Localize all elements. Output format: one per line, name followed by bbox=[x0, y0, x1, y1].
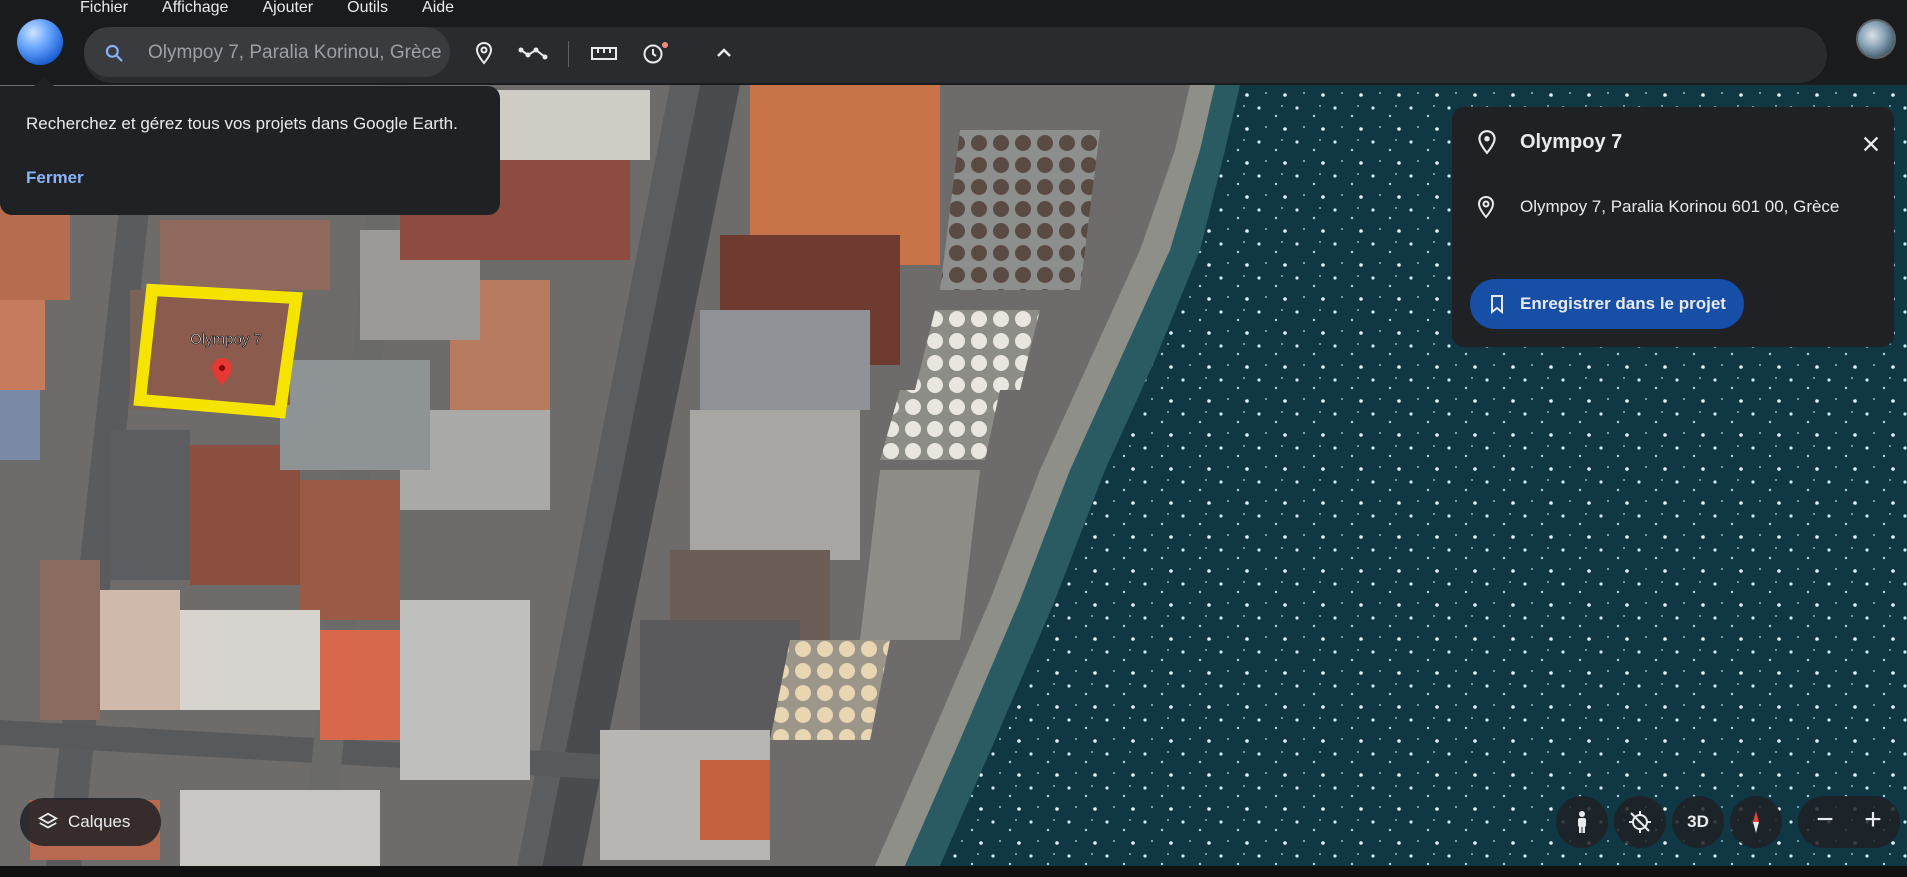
zoom-out-button[interactable]: − bbox=[1810, 805, 1840, 836]
history-icon[interactable] bbox=[640, 41, 670, 65]
save-to-project-label: Enregistrer dans le projet bbox=[1520, 294, 1726, 313]
add-placemark-icon[interactable] bbox=[472, 41, 496, 65]
location-button[interactable] bbox=[1614, 796, 1666, 848]
placemark-label: Olympoy 7 bbox=[190, 331, 262, 348]
close-icon[interactable] bbox=[1860, 133, 1882, 155]
menu-bar: Fichier Affichage Ajouter Outils Aide bbox=[80, 0, 488, 18]
search-input[interactable]: Olympoy 7, Paralia Korinou, Grèce bbox=[148, 42, 444, 64]
tooltip-close-button[interactable]: Fermer bbox=[26, 168, 84, 188]
place-address: Olympoy 7, Paralia Korinou 601 00, Grèce bbox=[1520, 197, 1840, 216]
save-to-project-button[interactable]: Enregistrer dans le projet bbox=[1470, 279, 1744, 329]
collapse-chevron-icon[interactable] bbox=[712, 41, 736, 65]
street-view-button[interactable] bbox=[1556, 796, 1608, 848]
bookmark-icon bbox=[1491, 295, 1503, 314]
menu-fichier[interactable]: Fichier bbox=[80, 0, 128, 18]
layers-label: Calques bbox=[68, 812, 131, 831]
compass-button[interactable] bbox=[1730, 796, 1782, 848]
toggle-3d-label: 3D bbox=[1687, 812, 1709, 831]
place-title: Olympoy 7 bbox=[1520, 131, 1623, 153]
toggle-3d-button[interactable]: 3D bbox=[1672, 796, 1724, 848]
top-bar: Fichier Affichage Ajouter Outils Aide Ol… bbox=[0, 0, 1907, 85]
location-off-icon bbox=[1629, 811, 1651, 833]
google-earth-logo-icon[interactable] bbox=[17, 19, 63, 65]
search-icon bbox=[105, 44, 123, 62]
toolbar: Olympoy 7, Paralia Korinou, Grèce bbox=[84, 27, 1827, 83]
zoom-controls: − + bbox=[1798, 796, 1900, 848]
measure-icon[interactable] bbox=[590, 41, 618, 65]
avatar[interactable] bbox=[1856, 19, 1896, 59]
menu-ajouter[interactable]: Ajouter bbox=[262, 0, 313, 18]
pegman-icon bbox=[1578, 811, 1586, 833]
layers-button[interactable]: Calques bbox=[20, 798, 161, 846]
toolbar-divider bbox=[568, 41, 569, 67]
menu-affichage[interactable]: Affichage bbox=[162, 0, 228, 18]
zoom-in-button[interactable]: + bbox=[1858, 805, 1888, 836]
status-bar bbox=[0, 866, 1907, 877]
place-info-panel: Olympoy 7 Olympoy 7, Paralia Korinou 601… bbox=[1452, 107, 1894, 347]
tooltip-pointer bbox=[34, 76, 54, 86]
tooltip-text: Recherchez et gérez tous vos projets dan… bbox=[26, 114, 458, 133]
projects-tooltip: Recherchez et gérez tous vos projets dan… bbox=[0, 86, 500, 215]
place-pin-icon bbox=[1478, 130, 1496, 155]
address-pin-icon bbox=[1477, 195, 1495, 219]
compass-icon bbox=[1753, 811, 1759, 833]
search-box[interactable]: Olympoy 7, Paralia Korinou, Grèce bbox=[84, 27, 450, 77]
menu-aide[interactable]: Aide bbox=[422, 0, 454, 18]
menu-outils[interactable]: Outils bbox=[347, 0, 388, 18]
layers-icon bbox=[37, 812, 59, 829]
draw-path-icon[interactable] bbox=[518, 41, 550, 65]
